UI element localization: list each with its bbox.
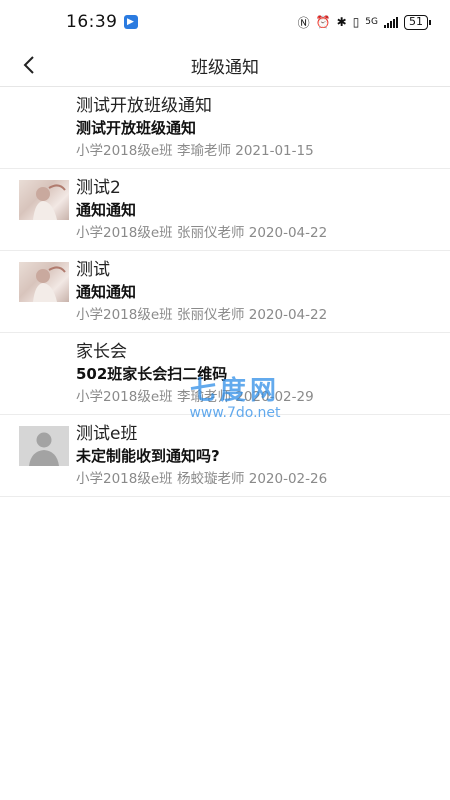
notice-title: 测试开放班级通知 (76, 96, 212, 116)
notice-thumbnail (19, 180, 69, 220)
chevron-left-icon (23, 56, 34, 74)
default-avatar-icon (19, 426, 69, 466)
notice-meta: 小学2018级e班 李瑜老师 2020-02-29 (76, 389, 314, 405)
nfc-icon: Ⓝ (297, 15, 310, 30)
notice-texts: 测试开放班级通知 测试开放班级通知 小学2018级e班 李瑜老师 2021-01… (76, 95, 440, 161)
notice-meta: 小学2018级e班 张丽仪老师 2020-04-22 (76, 307, 328, 323)
signal-icon (384, 16, 398, 28)
notice-meta: 小学2018级e班 李瑜老师 2021-01-15 (76, 143, 314, 159)
notice-texts: 测试e班 未定制能收到通知吗? 小学2018级e班 杨蛟璇老师 2020-02-… (76, 423, 440, 489)
network-type: 5G (365, 17, 378, 27)
navigation-bar: 班级通知 (0, 44, 450, 87)
notice-subtitle: 未定制能收到通知吗? (76, 447, 220, 465)
notice-item[interactable]: 家长会 502班家长会扫二维码 小学2018级e班 李瑜老师 2020-02-2… (0, 333, 450, 415)
vibrate-icon: ▯ (352, 15, 360, 29)
status-right: Ⓝ ⏰ ✱ ▯ 5G 51 (297, 14, 431, 31)
notice-thumbnail (19, 262, 69, 302)
notice-title: 测试2 (76, 178, 121, 198)
alarm-icon: ⏰ (315, 15, 331, 29)
back-button[interactable] (14, 50, 44, 80)
notice-title: 家长会 (76, 342, 127, 362)
status-left: 16:39 ▶ (66, 12, 138, 32)
notice-item[interactable]: 测试e班 未定制能收到通知吗? 小学2018级e班 杨蛟璇老师 2020-02-… (0, 415, 450, 497)
status-time: 16:39 (66, 12, 118, 32)
notice-meta: 小学2018级e班 杨蛟璇老师 2020-02-26 (76, 471, 328, 487)
notice-list: 测试开放班级通知 测试开放班级通知 小学2018级e班 李瑜老师 2021-01… (0, 87, 450, 497)
notice-item[interactable]: 测试2 通知通知 小学2018级e班 张丽仪老师 2020-04-22 (0, 169, 450, 251)
notice-texts: 测试 通知通知 小学2018级e班 张丽仪老师 2020-04-22 (76, 259, 440, 325)
avatar (19, 426, 69, 466)
notice-texts: 家长会 502班家长会扫二维码 小学2018级e班 李瑜老师 2020-02-2… (76, 341, 440, 407)
notice-subtitle: 通知通知 (76, 283, 137, 301)
status-bar: 16:39 ▶ Ⓝ ⏰ ✱ ▯ 5G 51 (0, 0, 450, 44)
notice-texts: 测试2 通知通知 小学2018级e班 张丽仪老师 2020-04-22 (76, 177, 440, 243)
notice-item[interactable]: 测试开放班级通知 测试开放班级通知 小学2018级e班 李瑜老师 2021-01… (0, 87, 450, 169)
photo-image (33, 184, 66, 220)
notice-subtitle: 通知通知 (76, 201, 137, 219)
notice-meta: 小学2018级e班 张丽仪老师 2020-04-22 (76, 225, 328, 241)
page-title: 班级通知 (191, 57, 259, 78)
photo-image (33, 266, 66, 302)
bluetooth-icon: ✱ (336, 15, 347, 29)
app-notification-icon: ▶ (123, 15, 138, 29)
notice-subtitle: 502班家长会扫二维码 (76, 365, 228, 383)
notice-title: 测试e班 (76, 424, 138, 444)
notice-subtitle: 测试开放班级通知 (76, 119, 197, 137)
battery-indicator: 51 (404, 14, 431, 30)
notice-item[interactable]: 测试 通知通知 小学2018级e班 张丽仪老师 2020-04-22 (0, 251, 450, 333)
notice-title: 测试 (76, 260, 110, 280)
